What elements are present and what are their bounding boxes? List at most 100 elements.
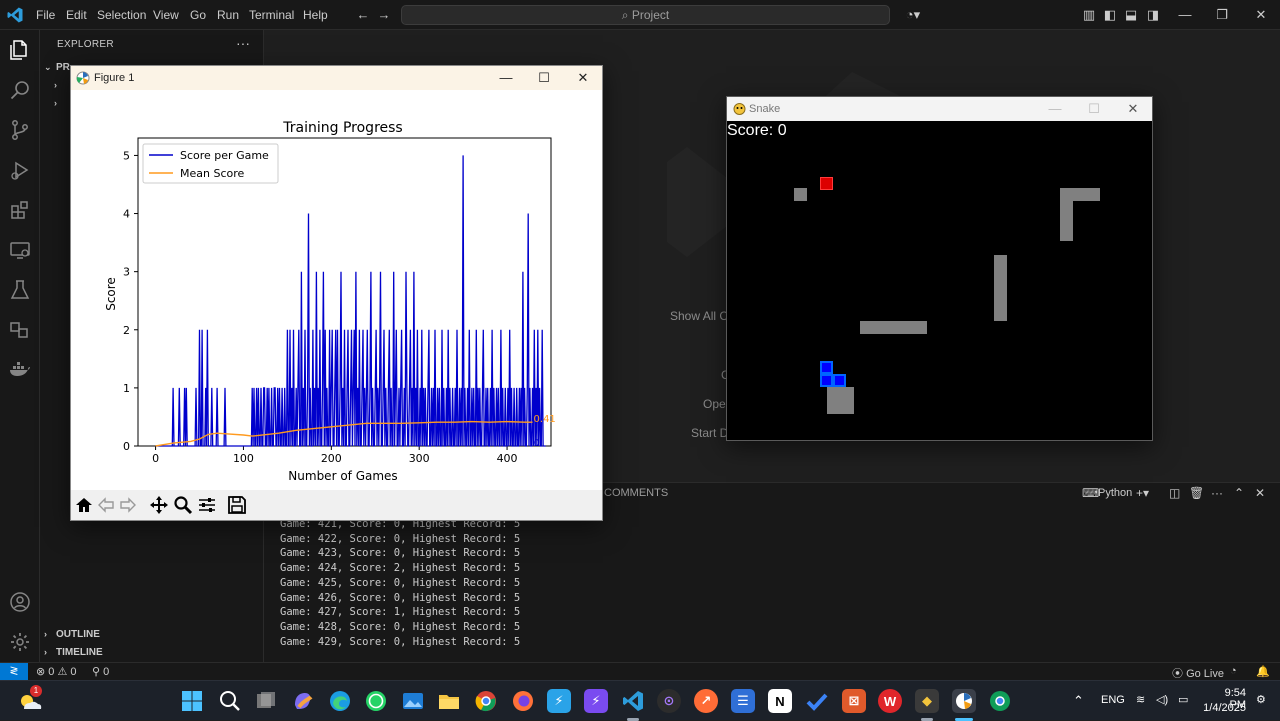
go-live-status[interactable]: ⦿ Go Live	[1172, 665, 1224, 681]
notion-icon[interactable]: N	[768, 689, 792, 713]
tray-chevron-up-icon[interactable]: ⌃	[1073, 693, 1084, 709]
close-panel-icon[interactable]: ✕	[1255, 486, 1265, 500]
notepad-icon[interactable]: ☰	[731, 689, 755, 713]
github-desktop-icon[interactable]: ⊙	[657, 689, 681, 713]
menu-view[interactable]: View	[153, 8, 179, 22]
folder-item-1[interactable]: ›	[54, 80, 66, 91]
notifications-bell-icon[interactable]: 🔔	[1256, 665, 1270, 678]
volume-icon[interactable]: ◁)	[1156, 693, 1168, 706]
source-control-icon[interactable]	[8, 118, 32, 142]
menu-go[interactable]: Go	[190, 8, 206, 22]
more-actions-icon[interactable]: ···	[236, 35, 250, 51]
maximize-icon[interactable]: ☐	[1085, 100, 1103, 118]
power-automate-icon[interactable]: ⚡	[584, 689, 608, 713]
chrome-profile-icon[interactable]	[988, 689, 1012, 713]
command-center-search[interactable]: ⌕ Project	[401, 5, 890, 25]
explorer-icon[interactable]	[8, 38, 32, 62]
customize-layout-icon[interactable]: ▥	[1081, 7, 1097, 23]
terminal-output[interactable]: Game: 421, Score: 0, Highest Record: 5 Ga…	[280, 517, 520, 649]
copilot-app-icon[interactable]	[291, 689, 315, 713]
start-windows-icon[interactable]	[180, 689, 204, 713]
containers-icon[interactable]	[8, 318, 32, 342]
firefox-icon[interactable]	[511, 689, 535, 713]
copilot-status-icon[interactable]: ◔	[1230, 665, 1237, 677]
menu-file[interactable]: File	[36, 8, 55, 22]
forward-arrow-icon[interactable]: →	[376, 7, 392, 23]
docker-icon[interactable]	[8, 358, 32, 382]
snake-titlebar[interactable]: Snake — ☐ ✕	[727, 97, 1152, 121]
python-launcher-icon[interactable]: ◆	[915, 689, 939, 713]
extensions-icon[interactable]	[8, 198, 32, 222]
forward-icon[interactable]	[118, 495, 138, 515]
back-arrow-icon[interactable]: ←	[355, 7, 371, 23]
problems-status[interactable]: ⊗ 0 ⚠ 0	[36, 665, 77, 678]
taskbar-search-icon[interactable]	[218, 689, 242, 713]
matplotlib-logo-icon	[76, 71, 90, 85]
home-icon[interactable]	[74, 495, 94, 515]
chrome-icon[interactable]	[474, 689, 498, 713]
configure-subplots-icon[interactable]	[197, 495, 217, 515]
settings-gear-icon[interactable]	[8, 630, 32, 654]
vscode-taskbar-icon[interactable]	[621, 689, 645, 713]
more-icon[interactable]: ···	[1211, 486, 1223, 500]
maximize-panel-icon[interactable]: ⌃	[1234, 486, 1244, 500]
input-language[interactable]: ENG	[1101, 694, 1125, 706]
menu-run[interactable]: Run	[217, 8, 239, 22]
copilot-icon[interactable]: ◔▾	[901, 7, 925, 23]
menu-selection[interactable]: Selection	[97, 8, 146, 22]
matplotlib-figure-window: Figure 1 — ☐ ✕ Training Progress 0 100 200…	[70, 65, 603, 521]
maximize-icon[interactable]: ☐	[535, 69, 553, 87]
wifi-icon[interactable]: ≋	[1136, 693, 1145, 706]
close-icon[interactable]: ✕	[1124, 100, 1142, 118]
account-icon[interactable]	[8, 590, 32, 614]
whatsapp-icon[interactable]	[364, 689, 388, 713]
minimize-icon[interactable]: —	[1177, 7, 1193, 23]
close-icon[interactable]: ✕	[574, 69, 592, 87]
folder-item-2[interactable]: ›	[54, 98, 66, 109]
remote-indicator-icon[interactable]: ≷	[0, 663, 28, 681]
bolt-app-icon[interactable]: ⚡	[547, 689, 571, 713]
figure-titlebar[interactable]: Figure 1 — ☐ ✕	[71, 66, 602, 90]
close-icon[interactable]: ✕	[1253, 7, 1269, 23]
snake-game-canvas[interactable]: Score: 0	[727, 121, 1152, 440]
weather-widget-icon[interactable]: 1	[16, 685, 44, 715]
toggle-sidebar-icon[interactable]: ◧	[1102, 7, 1118, 23]
project-folder-header[interactable]: ⌄ PR	[44, 62, 70, 73]
clock-date[interactable]: 1/4/2025	[1200, 702, 1246, 714]
battery-icon[interactable]: ▭	[1178, 693, 1188, 706]
terminal-name[interactable]: Python	[1098, 487, 1132, 499]
run-debug-icon[interactable]	[8, 158, 32, 182]
menu-edit[interactable]: Edit	[66, 8, 87, 22]
wps-office-icon[interactable]: W	[878, 689, 902, 713]
xampp-icon[interactable]: ⊠	[842, 689, 866, 713]
remote-explorer-icon[interactable]	[8, 238, 32, 262]
new-terminal-icon[interactable]: +▾	[1136, 486, 1149, 500]
back-icon[interactable]	[96, 495, 116, 515]
timeline-section[interactable]: › TIMELINE	[44, 647, 103, 658]
trash-icon[interactable]: 🗑	[1189, 486, 1204, 500]
todo-icon[interactable]	[805, 689, 829, 713]
minimize-icon[interactable]: —	[497, 69, 515, 87]
notification-center-icon[interactable]: ⚙	[1256, 693, 1266, 706]
split-terminal-icon[interactable]: ◫	[1169, 486, 1180, 500]
minimize-icon[interactable]: —	[1046, 100, 1064, 118]
edge-browser-icon[interactable]	[328, 689, 352, 713]
testing-icon[interactable]	[8, 278, 32, 302]
file-explorer-icon[interactable]	[437, 689, 461, 713]
restore-icon[interactable]: ❐	[1214, 7, 1230, 23]
toggle-panel-icon[interactable]: ⬓	[1123, 7, 1139, 23]
matplotlib-taskbar-icon[interactable]	[952, 689, 976, 713]
outline-section[interactable]: › OUTLINE	[44, 629, 100, 640]
save-icon[interactable]	[227, 495, 247, 515]
search-icon[interactable]	[8, 78, 32, 102]
tab-comments[interactable]: COMMENTS	[604, 487, 668, 499]
pan-icon[interactable]	[149, 495, 169, 515]
postman-icon[interactable]: ↗	[694, 689, 718, 713]
menu-help[interactable]: Help	[303, 8, 328, 22]
photos-icon[interactable]	[401, 689, 425, 713]
toggle-secondary-sidebar-icon[interactable]: ◨	[1145, 7, 1161, 23]
menu-terminal[interactable]: Terminal	[249, 8, 294, 22]
task-view-icon[interactable]	[254, 689, 278, 713]
ports-status[interactable]: ⚲ 0	[92, 665, 109, 678]
zoom-icon[interactable]	[173, 495, 193, 515]
